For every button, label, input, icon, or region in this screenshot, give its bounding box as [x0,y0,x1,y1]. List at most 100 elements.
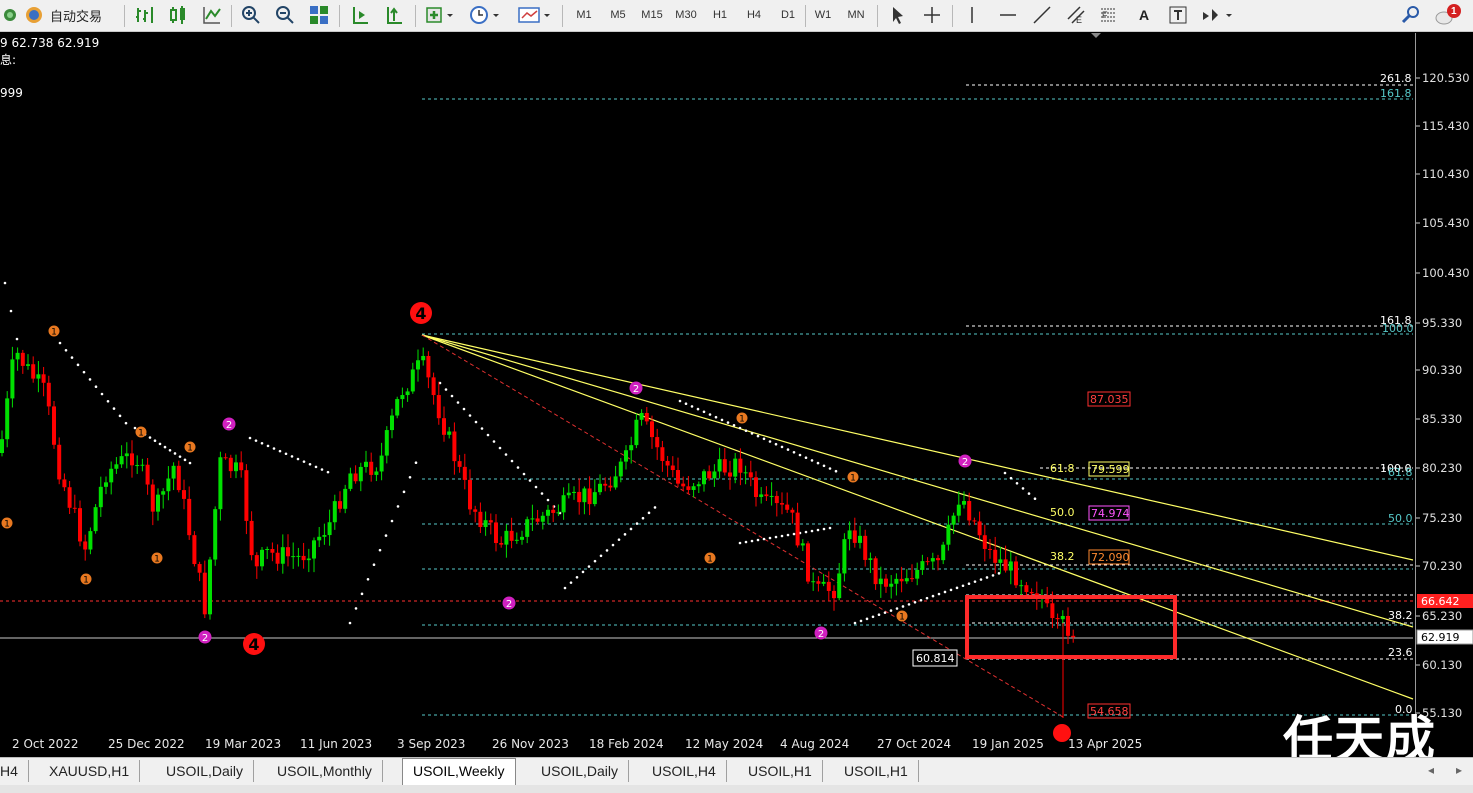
zoom-in-icon[interactable] [240,4,262,26]
timeframe-w1[interactable]: W1 [808,4,838,26]
scroll-chart-icon[interactable] [349,4,371,26]
crosshair-icon[interactable] [921,4,943,26]
equidistant-channel-icon[interactable]: E [1065,4,1087,26]
sar-dot [756,538,760,542]
text-label-icon[interactable] [1167,4,1189,26]
candle-body [260,549,264,567]
candle-body [145,464,150,485]
candle-body [790,509,795,513]
globe-icon[interactable] [0,4,22,26]
autotrade-button[interactable]: 自动交易 [24,4,118,26]
sar-dot [408,475,412,479]
timeframe-h4[interactable]: H4 [739,4,769,26]
tab-usoil-daily[interactable]: USOIL,Daily [156,760,255,782]
timeframe-m5[interactable]: M5 [603,4,633,26]
candle-body [5,398,10,440]
sar-dot [792,532,796,536]
fibo-level-label: 100.0 [1382,322,1414,335]
fan-value-label: 74.974 [1091,507,1130,520]
tab-usoil-weekly[interactable]: USOIL,Weekly [402,758,516,785]
candle-body [280,547,285,564]
candle-body [655,437,660,448]
tab-usoil-monthly[interactable]: USOIL,Monthly [267,760,383,782]
candle-body [104,482,108,487]
candle-body [176,465,181,491]
candle-body [842,539,847,574]
candle-body [265,549,270,551]
sar-dot [744,540,748,544]
candle-body [223,457,228,459]
timeframe-mn[interactable]: MN [841,4,871,26]
toolbar: 自动交易 M1 M5 M15 M30 H1 H4 D1 W1 MN E F A … [0,0,1473,32]
sar-dot [883,611,887,614]
candle-body [254,555,259,567]
candle-body [270,549,275,553]
sar-dot [9,309,13,313]
fibo-level-label: 61.8 [1388,466,1413,479]
periods-clock-icon[interactable] [467,4,503,26]
arrows-menu-icon[interactable] [1198,4,1236,26]
sar-dot [750,432,754,435]
templates-icon[interactable] [515,4,553,26]
wave-marker-label: 2 [202,633,208,644]
timeframe-d1[interactable]: D1 [773,4,803,26]
sar-dot [653,506,657,509]
bar-chart-icon[interactable] [133,4,155,26]
candle-body [608,485,613,488]
candle-body [785,504,790,510]
candle-body [483,520,488,528]
chart-shift-icon[interactable] [383,4,405,26]
vertical-line-icon[interactable] [961,4,983,26]
timeframe-m15[interactable]: M15 [637,4,667,26]
fibo-level-label: 23.6 [1388,646,1413,659]
red-value-label: 87.035 [1090,393,1129,406]
search-icon[interactable] [1400,4,1422,26]
candle-body [858,535,862,543]
indicators-icon[interactable] [423,4,457,26]
candle-body [884,578,888,587]
sar-dot [973,580,977,583]
tab-scroll-left-icon[interactable]: ◂ [1428,763,1434,777]
tile-windows-icon[interactable] [308,4,330,26]
timeframe-m30[interactable]: M30 [671,4,701,26]
sar-dot [647,511,651,515]
wave-marker-label: 1 [187,444,193,454]
sar-dot [64,348,68,352]
tab-scroll-right-icon[interactable]: ▸ [1456,763,1462,777]
price-axis[interactable]: 120.530 115.430 110.430 105.430 100.430 95.33… [1415,33,1473,757]
candle-body [774,495,779,504]
chart-area[interactable]: 1 1 1 1 1 1 1 1 1 1 2 2 2 2 2 2 4 4 2 Oct 2022 25 Dec 2022… [0,33,1415,757]
tab-usoil-h1[interactable]: USOIL,H1 [738,760,823,782]
cursor-icon[interactable] [887,4,909,26]
candle-body [915,569,920,579]
autotrade-label: 自动交易 [50,8,103,24]
trendline-icon[interactable] [1031,4,1053,26]
tab-usoil-h4[interactable]: USOIL,H4 [642,760,727,782]
text-icon[interactable]: A [1133,4,1155,26]
candle-body [462,466,467,480]
candle-body [395,399,400,416]
tab-usoil-daily-2[interactable]: USOIL,Daily [531,760,630,782]
timeframe-h1[interactable]: H1 [705,4,735,26]
sar-dot [949,588,953,592]
sar-dot [492,440,496,443]
sar-dot [88,378,92,381]
tab-usoil-h1-2[interactable]: USOIL,H1 [834,760,919,782]
horizontal-line-icon[interactable] [997,4,1019,26]
candlestick-icon[interactable] [167,4,189,26]
sar-dot [118,414,122,418]
candle-body [192,535,197,565]
candle-body [286,547,290,557]
sar-dot [414,461,418,465]
sar-dot [750,539,754,543]
timeframe-m1[interactable]: M1 [569,4,599,26]
line-chart-icon[interactable] [201,4,223,26]
sar-dot [1021,487,1025,490]
wave-marker-label: 1 [154,555,160,565]
tab-xauusd-h1[interactable]: XAUUSD,H1 [39,760,141,782]
fibonacci-icon[interactable]: F [1097,4,1119,26]
tab-h4[interactable]: H4 [0,760,29,782]
sar-dot [629,527,633,531]
zoom-out-icon[interactable] [274,4,296,26]
notifications-icon[interactable]: 1 [1434,4,1464,26]
